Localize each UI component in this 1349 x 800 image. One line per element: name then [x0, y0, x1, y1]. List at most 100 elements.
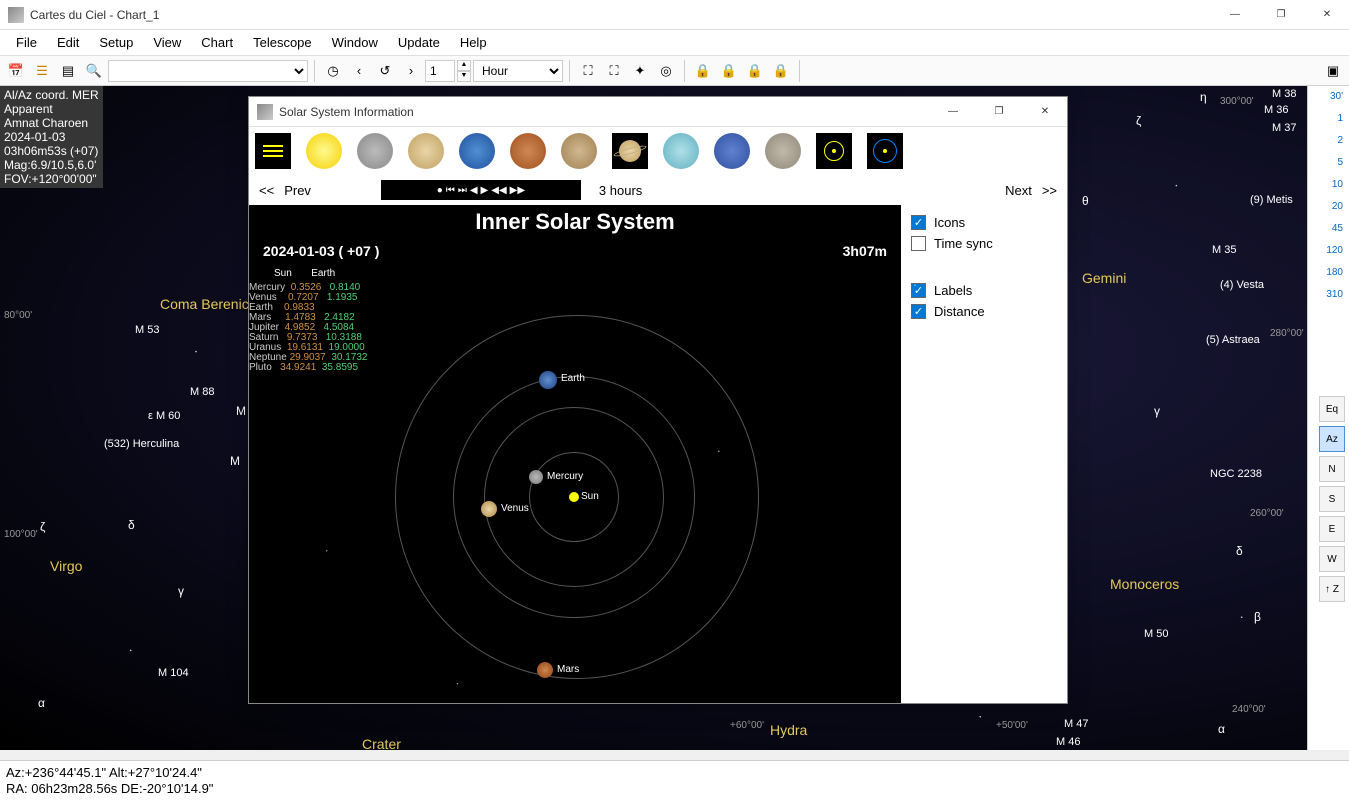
menu-chart[interactable]: Chart: [191, 31, 243, 54]
scale-item[interactable]: 310: [1308, 284, 1349, 306]
menu-window[interactable]: Window: [322, 31, 388, 54]
zoom-box-icon[interactable]: ⛶: [576, 59, 600, 83]
skip-forward-icon[interactable]: ⏭: [458, 185, 467, 196]
jupiter-button[interactable]: [561, 133, 597, 169]
scale-item[interactable]: 45: [1308, 218, 1349, 240]
option-labels[interactable]: ✓Labels: [911, 283, 1057, 298]
ssi-close-button[interactable]: ✕: [1031, 102, 1059, 122]
north-button[interactable]: N: [1319, 456, 1345, 482]
earth-button[interactable]: [459, 133, 495, 169]
label-m60: ε M 60: [148, 410, 180, 422]
calendar-icon[interactable]: 📅: [4, 59, 28, 83]
menu-update[interactable]: Update: [388, 31, 450, 54]
label-m35: M 35: [1212, 244, 1236, 256]
scale-item[interactable]: 180: [1308, 262, 1349, 284]
step-back-icon[interactable]: ◀: [470, 185, 478, 196]
sun-label: Sun: [581, 491, 599, 502]
next-button[interactable]: Next: [1005, 183, 1032, 198]
target-icon[interactable]: ◎: [654, 59, 678, 83]
uranus-button[interactable]: [663, 133, 699, 169]
fast-forward-icon[interactable]: ▶▶: [510, 185, 525, 196]
checkbox-icon[interactable]: ✓: [911, 236, 926, 251]
scale-item[interactable]: 5: [1308, 152, 1349, 174]
outer-system-view-icon[interactable]: [867, 133, 903, 169]
menu-edit[interactable]: Edit: [47, 31, 89, 54]
azimuthal-button[interactable]: Az: [1319, 426, 1345, 452]
west-button[interactable]: W: [1319, 546, 1345, 572]
scale-item[interactable]: 20: [1308, 196, 1349, 218]
scale-item[interactable]: 120: [1308, 240, 1349, 262]
equatorial-button[interactable]: Eq: [1319, 396, 1345, 422]
time-unit-select[interactable]: Hour: [473, 60, 563, 82]
object-search-input[interactable]: [108, 60, 308, 82]
zenith-button[interactable]: ↑ Z: [1319, 576, 1345, 602]
step-forward-icon[interactable]: ▶: [481, 185, 489, 196]
notes-icon[interactable]: ▤: [56, 59, 80, 83]
lock-red-icon[interactable]: 🔒: [691, 59, 715, 83]
lock-blue-icon[interactable]: 🔒: [717, 59, 741, 83]
mercury-button[interactable]: [357, 133, 393, 169]
next-fast-button[interactable]: >>: [1042, 183, 1057, 198]
lock-off-icon[interactable]: 🔒: [769, 59, 793, 83]
sun-button[interactable]: [306, 133, 342, 169]
checkbox-icon[interactable]: ✓: [911, 283, 926, 298]
scale-item[interactable]: 2: [1308, 130, 1349, 152]
search-icon[interactable]: 🔍: [82, 59, 106, 83]
prev-button[interactable]: Prev: [284, 183, 311, 198]
time-step-input[interactable]: [425, 60, 455, 82]
fast-back-icon[interactable]: ◀◀: [491, 185, 506, 196]
ssi-maximize-button[interactable]: ❐: [985, 102, 1013, 122]
option-timesync[interactable]: ✓Time sync: [911, 236, 1057, 251]
prev-fast-button[interactable]: <<: [259, 183, 274, 198]
menu-file[interactable]: File: [6, 31, 47, 54]
scale-item[interactable]: 10: [1308, 174, 1349, 196]
option-distance[interactable]: ✓Distance: [911, 304, 1057, 319]
saturn-button[interactable]: [612, 133, 648, 169]
lock-icon[interactable]: 🔒: [743, 59, 767, 83]
status-azalt: Az:+236°44'45.1" Alt:+27°10'24.4": [6, 765, 1343, 781]
panel-toggle-icon[interactable]: ▣: [1321, 59, 1345, 83]
menu-help[interactable]: Help: [450, 31, 497, 54]
scale-item[interactable]: 30': [1308, 86, 1349, 108]
menu-telescope[interactable]: Telescope: [243, 31, 322, 54]
label-alpha-r: α: [1218, 722, 1225, 736]
status-coord-system: Al/Az coord. MER: [4, 88, 99, 102]
ssi-minimize-button[interactable]: —: [939, 102, 967, 122]
venus-button[interactable]: [408, 133, 444, 169]
zoom-out-box-icon[interactable]: ⛶: [602, 59, 626, 83]
time-now-icon[interactable]: ◷: [321, 59, 345, 83]
scale-item[interactable]: 1: [1308, 108, 1349, 130]
label-beta-r: β: [1254, 610, 1261, 624]
south-button[interactable]: S: [1319, 486, 1345, 512]
menu-setup[interactable]: Setup: [89, 31, 143, 54]
sparkle-icon[interactable]: ✦: [628, 59, 652, 83]
star-chart[interactable]: Al/Az coord. MER Apparent Amnat Charoen …: [0, 86, 1307, 750]
mercury-label: Mercury: [547, 471, 583, 482]
time-back-icon[interactable]: ‹: [347, 59, 371, 83]
pluto-button[interactable]: [765, 133, 801, 169]
inner-system-icon[interactable]: [255, 133, 291, 169]
orbit-earth: [453, 376, 695, 618]
close-button[interactable]: ✕: [1313, 5, 1341, 25]
time-forward-icon[interactable]: ›: [399, 59, 423, 83]
status-apparent: Apparent: [4, 102, 99, 116]
ssi-options: ✓Icons ✓Time sync ✓Labels ✓Distance: [901, 205, 1067, 703]
checkbox-icon[interactable]: ✓: [911, 215, 926, 230]
mars-button[interactable]: [510, 133, 546, 169]
record-icon[interactable]: ●: [437, 185, 443, 196]
skip-back-icon[interactable]: ⏮: [446, 185, 455, 196]
menu-view[interactable]: View: [143, 31, 191, 54]
minimize-button[interactable]: —: [1221, 5, 1249, 25]
maximize-button[interactable]: ❐: [1267, 5, 1295, 25]
solar-system-view-icon[interactable]: [816, 133, 852, 169]
option-icons[interactable]: ✓Icons: [911, 215, 1057, 230]
checkbox-icon[interactable]: ✓: [911, 304, 926, 319]
time-reset-icon[interactable]: ↺: [373, 59, 397, 83]
earth-body: [539, 371, 557, 389]
inner-solar-system-view[interactable]: Inner Solar System 2024-01-03 ( +07 ) 3h…: [249, 205, 901, 703]
time-step-spinner[interactable]: ▲▼: [457, 60, 471, 82]
east-button[interactable]: E: [1319, 516, 1345, 542]
list-icon[interactable]: ☰: [30, 59, 54, 83]
neptune-button[interactable]: [714, 133, 750, 169]
status-mag: Mag:6.9/10.5,6.0': [4, 158, 99, 172]
